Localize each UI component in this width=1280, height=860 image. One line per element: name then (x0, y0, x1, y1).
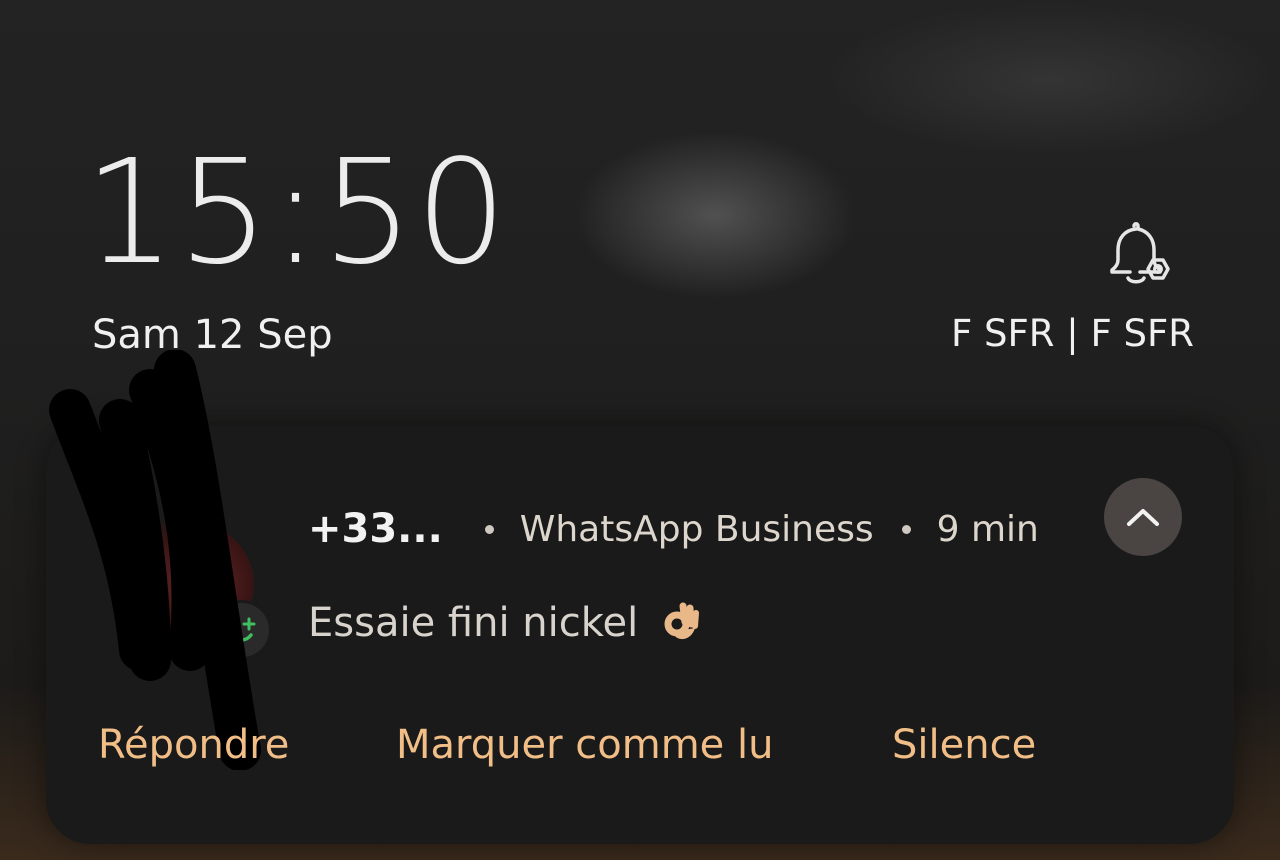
ok-hand-emoji (661, 596, 701, 654)
collapse-button[interactable] (1104, 478, 1182, 556)
carrier-label: F SFR | F SFR (950, 312, 1194, 355)
notification-header: +33... WhatsApp Business 9 min (308, 506, 1039, 552)
lockscreen-clock: 15:50 (84, 128, 509, 296)
message-text: Essaie fini nickel (308, 600, 639, 646)
redaction-scribble (49, 350, 261, 770)
notification-age: 9 min (936, 508, 1039, 550)
mark-read-button[interactable]: Marquer comme lu (396, 722, 773, 768)
separator-dot (901, 524, 911, 534)
silence-button[interactable]: Silence (892, 722, 1036, 768)
app-name: WhatsApp Business (519, 508, 874, 550)
chevron-up-icon (1127, 509, 1159, 526)
reply-button[interactable]: Répondre (98, 722, 289, 768)
notification-message: Essaie fini nickel (308, 596, 701, 654)
separator-dot (484, 524, 494, 534)
lockscreen: 15:50 Sam 12 Sep F SFR | F SFR +33... Wh… (0, 0, 1280, 860)
sender-name: +33... (308, 506, 443, 552)
bell-settings-icon[interactable] (1100, 220, 1172, 290)
